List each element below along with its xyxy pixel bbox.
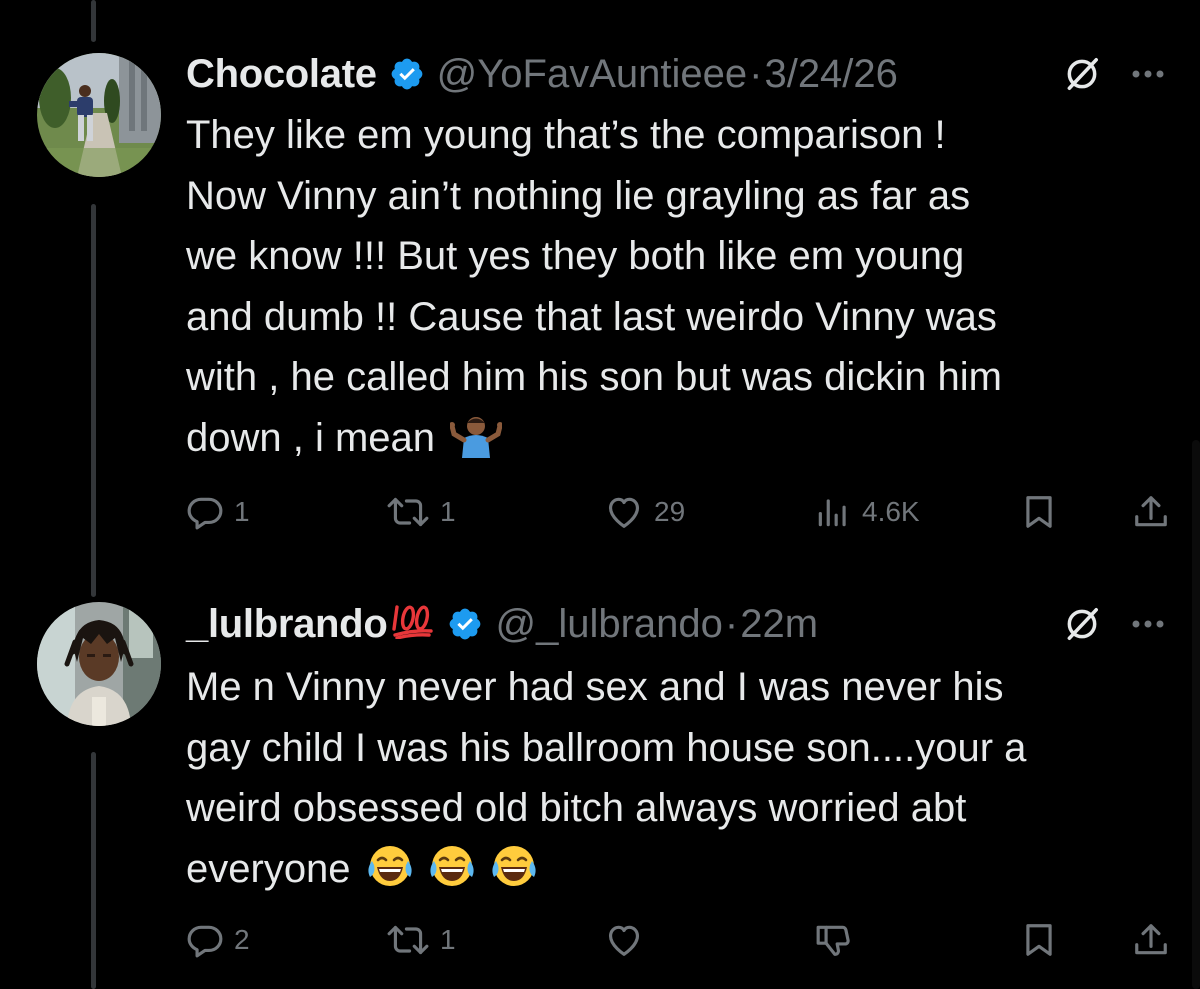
- timestamp[interactable]: 3/24/26: [764, 52, 897, 97]
- text-line: weird obsessed old bitch always worried …: [186, 786, 967, 830]
- bookmark-button[interactable]: [1020, 488, 1058, 536]
- repost-count: 1: [440, 924, 456, 955]
- tweet-actions: 1 1 29 4.6K: [186, 488, 1176, 536]
- handle[interactable]: @YoFavAuntieee: [437, 52, 747, 97]
- text-line: Now Vinny ain’t nothing lie grayling as …: [186, 173, 971, 218]
- share-icon: [1135, 924, 1167, 955]
- thread-line-bottom: [91, 752, 96, 989]
- views-button[interactable]: 4.6K: [814, 488, 920, 536]
- tweet-actions: 2 1: [186, 916, 1176, 964]
- avatar[interactable]: [37, 602, 161, 726]
- more-icon[interactable]: [1126, 602, 1170, 646]
- bookmark-icon: [1026, 924, 1052, 956]
- grok-icon[interactable]: [1060, 52, 1104, 96]
- text-line: we know !!! But yes they both like em yo…: [186, 234, 965, 278]
- separator-dot: ·: [749, 51, 763, 96]
- verified-icon[interactable]: [447, 606, 483, 642]
- like-button[interactable]: [604, 916, 644, 964]
- tweet-text: Me n Vinny never had sex and I was never…: [186, 657, 1176, 906]
- thread-line-top: [91, 0, 96, 42]
- tweet-header: Chocolate @YoFavAuntieee · 3/24/26: [186, 50, 898, 98]
- text-line-last: down , i mean: [186, 408, 1176, 476]
- avatar[interactable]: [37, 53, 161, 177]
- share-button[interactable]: [1132, 488, 1170, 536]
- thread-line-connector: [91, 204, 96, 597]
- like-icon: [608, 925, 640, 956]
- reply-icon: [187, 497, 223, 530]
- reply-button[interactable]: 1: [186, 488, 250, 536]
- repost-icon: [387, 925, 429, 955]
- repost-button[interactable]: 1: [386, 488, 456, 536]
- text-line-content: down , i mean: [186, 415, 436, 460]
- repost-button[interactable]: 1: [386, 916, 456, 964]
- like-count: 29: [654, 496, 686, 527]
- share-icon: [1135, 496, 1167, 527]
- tweet-text: They like em young that’s the comparison…: [186, 105, 1176, 475]
- reply-button[interactable]: 2: [186, 916, 250, 964]
- bookmark-icon: [1026, 496, 1052, 528]
- bookmark-button[interactable]: [1020, 916, 1058, 964]
- scrollbar[interactable]: [1192, 440, 1200, 989]
- hundred-points-emoji-icon: [391, 599, 435, 649]
- shrug-emoji-icon: [449, 414, 504, 476]
- separator-dot: ·: [724, 601, 739, 646]
- verified-icon[interactable]: [389, 56, 425, 92]
- avatar-person-outdoors-icon: [37, 53, 161, 177]
- views-icon: [818, 499, 846, 527]
- tears-of-joy-emoji-icon: [366, 843, 552, 907]
- tweet-header: _lulbrando @_lulbrando · 22m: [186, 600, 818, 648]
- reply-icon: [187, 925, 223, 958]
- text-line-content: everyone: [186, 846, 351, 891]
- views-count: 4.6K: [862, 496, 920, 527]
- dislike-button[interactable]: [814, 916, 854, 964]
- dislike-icon: [816, 925, 850, 956]
- text-line: gay child I was his ballroom house son..…: [186, 725, 1027, 770]
- timestamp[interactable]: 22m: [740, 602, 818, 647]
- grok-icon[interactable]: [1060, 602, 1104, 646]
- more-icon[interactable]: [1126, 52, 1170, 96]
- avatar-person-dreadlocks-icon: [37, 602, 161, 726]
- reply-count: 1: [234, 496, 250, 527]
- repost-count: 1: [440, 496, 456, 527]
- reply-count: 2: [234, 924, 250, 955]
- display-name[interactable]: Chocolate: [186, 52, 377, 97]
- text-line: They like em young that’s the comparison…: [186, 113, 946, 157]
- like-icon: [608, 497, 640, 528]
- handle[interactable]: @_lulbrando: [495, 602, 722, 647]
- like-button[interactable]: 29: [604, 488, 685, 536]
- repost-icon: [387, 497, 429, 527]
- text-line-last: everyone: [186, 839, 1176, 907]
- text-line: with , he called him his son but was dic…: [186, 355, 1002, 399]
- display-name[interactable]: _lulbrando: [186, 602, 388, 647]
- text-line: Me n Vinny never had sex and I was never…: [186, 665, 1004, 709]
- text-line: and dumb !! Cause that last weirdo Vinny…: [186, 294, 997, 339]
- share-button[interactable]: [1132, 916, 1170, 964]
